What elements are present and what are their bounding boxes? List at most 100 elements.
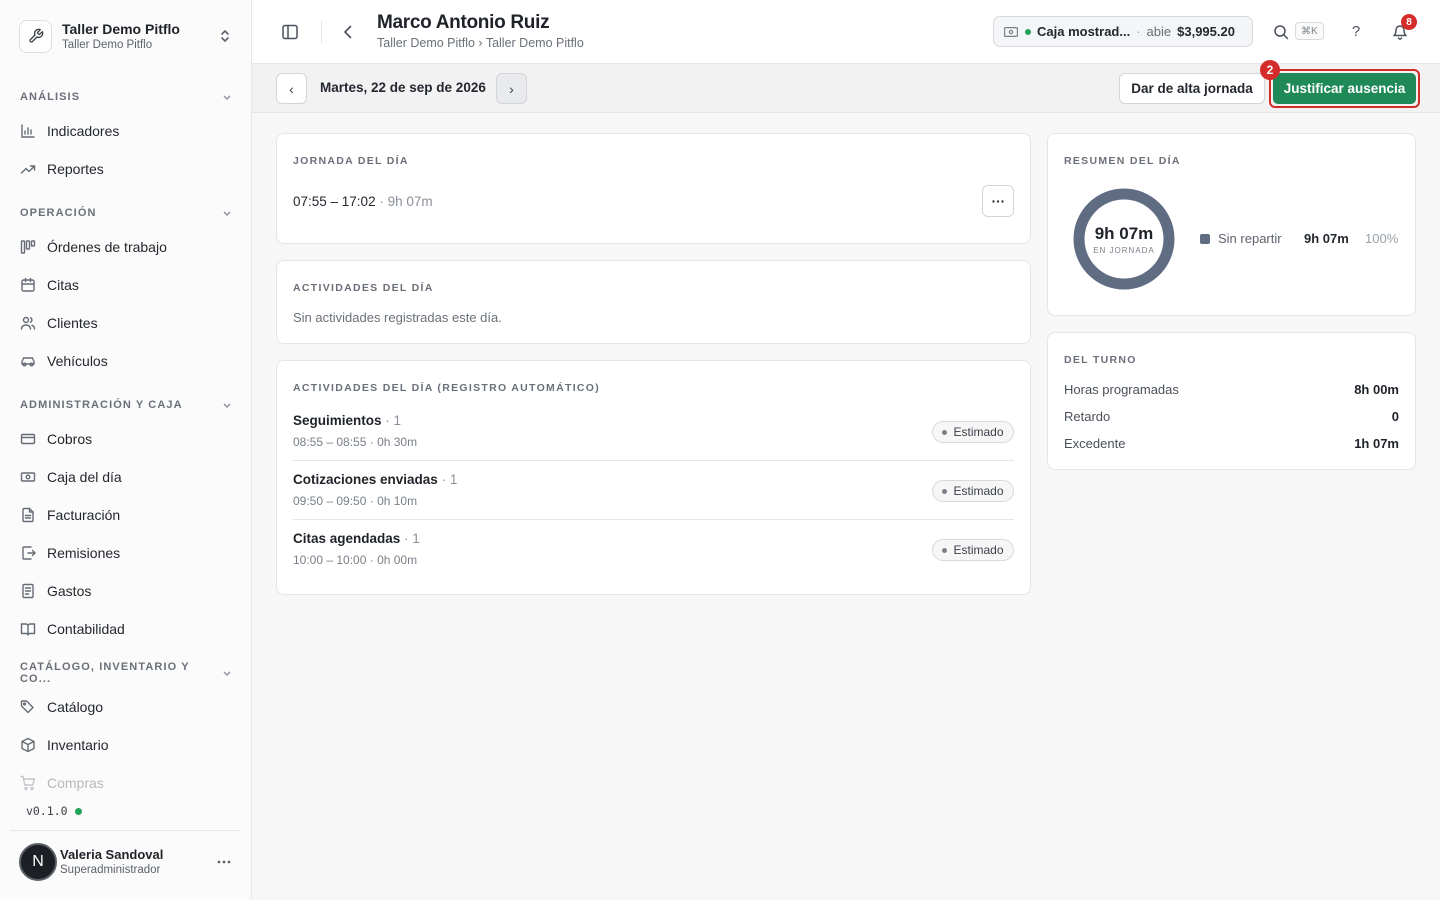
activity-name: Cotizaciones enviadas · 1 [293, 472, 458, 487]
section-label: ADMINISTRACIÓN Y CAJA [20, 399, 183, 411]
back-arrow-icon[interactable] [338, 22, 358, 42]
bar-chart-icon [20, 123, 36, 139]
user-role: Superadministrador [60, 864, 161, 876]
cash-register-selector[interactable]: Caja mostrad... · abie $3,995.20 [993, 16, 1253, 47]
detail-value: 0 [1391, 409, 1399, 424]
previous-day-button[interactable]: ‹ [276, 73, 307, 104]
cash-name: Caja mostrad... [1037, 24, 1131, 39]
sidebar: Taller Demo Pitflo Taller Demo Pitflo AN… [0, 0, 252, 900]
donut-total: 9h 07m [1094, 224, 1154, 243]
section-label: CATÁLOGO, INVENTARIO Y CO... [20, 661, 190, 685]
status-badge: Estimado [932, 539, 1014, 561]
sidebar-item-reportes[interactable]: Reportes [20, 157, 232, 181]
sidebar-item-vehiculos[interactable]: Vehículos [20, 349, 232, 373]
sidebar-item-ordenes[interactable]: Órdenes de trabajo [20, 235, 232, 259]
chevrons-up-down-icon [219, 29, 231, 43]
shopping-cart-icon [20, 775, 36, 791]
chevron-down-icon [222, 92, 232, 102]
notification-count-badge: 8 [1401, 14, 1417, 30]
users-icon [20, 315, 36, 331]
sidebar-item-label: Clientes [47, 315, 98, 331]
detail-value: 1h 07m [1354, 436, 1399, 451]
search-shortcut[interactable]: ⌘K [1295, 22, 1324, 40]
car-icon [20, 353, 36, 369]
sidebar-item-inventario[interactable]: Inventario [20, 733, 232, 757]
empty-state-text: Sin actividades registradas este día. [293, 310, 502, 325]
sidebar-item-compras[interactable]: Compras [20, 771, 232, 795]
divider [10, 830, 240, 831]
more-horizontal-icon[interactable] [217, 860, 231, 864]
sidebar-item-label: Gastos [47, 583, 92, 599]
detail-value: 8h 00m [1354, 382, 1399, 397]
help-button[interactable]: ? [1346, 21, 1366, 41]
sidebar-item-label: Remisiones [47, 545, 121, 561]
chevron-down-icon [222, 208, 232, 218]
sidebar-item-cobros[interactable]: Cobros [20, 427, 232, 451]
sidebar-item-gastos[interactable]: Gastos [20, 579, 232, 603]
section-analisis[interactable]: ANÁLISIS [20, 87, 232, 107]
user-menu[interactable]: N Valeria Sandoval Superadministrador [19, 843, 241, 881]
sidebar-toggle-icon[interactable] [280, 22, 300, 42]
list-item[interactable]: Cotizaciones enviadas · 1 09:50 – 09:50 … [293, 472, 1014, 531]
calendar-icon [20, 277, 36, 293]
legend-swatch [1200, 233, 1210, 244]
trending-up-icon [20, 161, 36, 177]
file-export-icon [20, 545, 36, 561]
activity-count: 1 [449, 472, 458, 487]
receipt-icon [20, 583, 36, 599]
auto-activities-card: ACTIVIDADES DEL DÍA (REGISTRO AUTOMÁTICO… [276, 360, 1031, 595]
divider [293, 519, 1014, 520]
section-administracion[interactable]: ADMINISTRACIÓN Y CAJA [20, 395, 232, 415]
activity-time: 09:50 – 09:50 · 0h 10m [293, 494, 418, 508]
more-options-button[interactable] [982, 185, 1014, 217]
register-shift-button[interactable]: Dar de alta jornada [1119, 73, 1265, 104]
chevron-down-icon [222, 400, 232, 410]
cash-amount: $3,995.20 [1177, 24, 1235, 39]
list-item[interactable]: Seguimientos · 1 08:55 – 08:55 · 0h 30m … [293, 413, 1014, 472]
justify-absence-button[interactable]: Justificar ausencia [1273, 73, 1416, 104]
section-label: OPERACIÓN [20, 207, 97, 219]
next-day-button[interactable]: › [496, 73, 527, 104]
activity-count: 1 [393, 413, 402, 428]
top-header: Marco Antonio Ruiz Taller Demo Pitflo › … [252, 0, 1440, 64]
section-label: ANÁLISIS [20, 91, 81, 103]
avatar: N [19, 843, 57, 881]
sidebar-item-clientes[interactable]: Clientes [20, 311, 232, 335]
divider [293, 460, 1014, 461]
workspace-switcher[interactable]: Taller Demo Pitflo Taller Demo Pitflo [19, 18, 241, 54]
sidebar-item-citas[interactable]: Citas [20, 273, 232, 297]
search-icon[interactable] [1271, 22, 1291, 42]
shift-duration: 9h 07m [387, 194, 433, 209]
sidebar-item-contabilidad[interactable]: Contabilidad [20, 617, 232, 641]
file-text-icon [20, 507, 36, 523]
section-catalogo[interactable]: CATÁLOGO, INVENTARIO Y CO... [20, 661, 232, 685]
sidebar-item-remisiones[interactable]: Remisiones [20, 541, 232, 565]
card-title: JORNADA DEL DÍA [293, 155, 409, 167]
sidebar-item-indicadores[interactable]: Indicadores [20, 119, 232, 143]
sidebar-item-label: Órdenes de trabajo [47, 239, 167, 255]
section-operacion[interactable]: OPERACIÓN [20, 203, 232, 223]
tags-icon [20, 699, 36, 715]
date-toolbar: ‹ Martes, 22 de sep de 2026 › Dar de alt… [252, 60, 1440, 113]
list-item[interactable]: Citas agendadas · 1 10:00 – 10:00 · 0h 0… [293, 531, 1014, 590]
sidebar-item-label: Contabilidad [47, 621, 125, 637]
detail-row: Horas programadas 8h 00m [1064, 382, 1399, 397]
card-title: RESUMEN DEL DÍA [1064, 155, 1181, 167]
sidebar-item-facturacion[interactable]: Facturación [20, 503, 232, 527]
user-name: Valeria Sandoval [60, 847, 164, 862]
dot-icon [942, 429, 948, 435]
shift-details-card: DEL TURNO Horas programadas 8h 00m Retar… [1047, 332, 1416, 470]
sidebar-item-label: Citas [47, 277, 79, 293]
activity-name: Citas agendadas · 1 [293, 531, 420, 546]
credit-card-icon [20, 431, 36, 447]
wrench-icon [19, 19, 52, 53]
breadcrumb[interactable]: Taller Demo Pitflo › Taller Demo Pitflo [377, 36, 584, 50]
sidebar-item-label: Vehículos [47, 353, 108, 369]
sidebar-item-caja-del-dia[interactable]: Caja del día [20, 465, 232, 489]
activity-count: 1 [412, 531, 420, 546]
activities-card: ACTIVIDADES DEL DÍA Sin actividades regi… [276, 260, 1031, 344]
sidebar-item-catalogo[interactable]: Catálogo [20, 695, 232, 719]
status-badge: Estimado [932, 480, 1014, 502]
workspace-subtitle: Taller Demo Pitflo [62, 38, 153, 51]
kanban-icon [20, 239, 36, 255]
